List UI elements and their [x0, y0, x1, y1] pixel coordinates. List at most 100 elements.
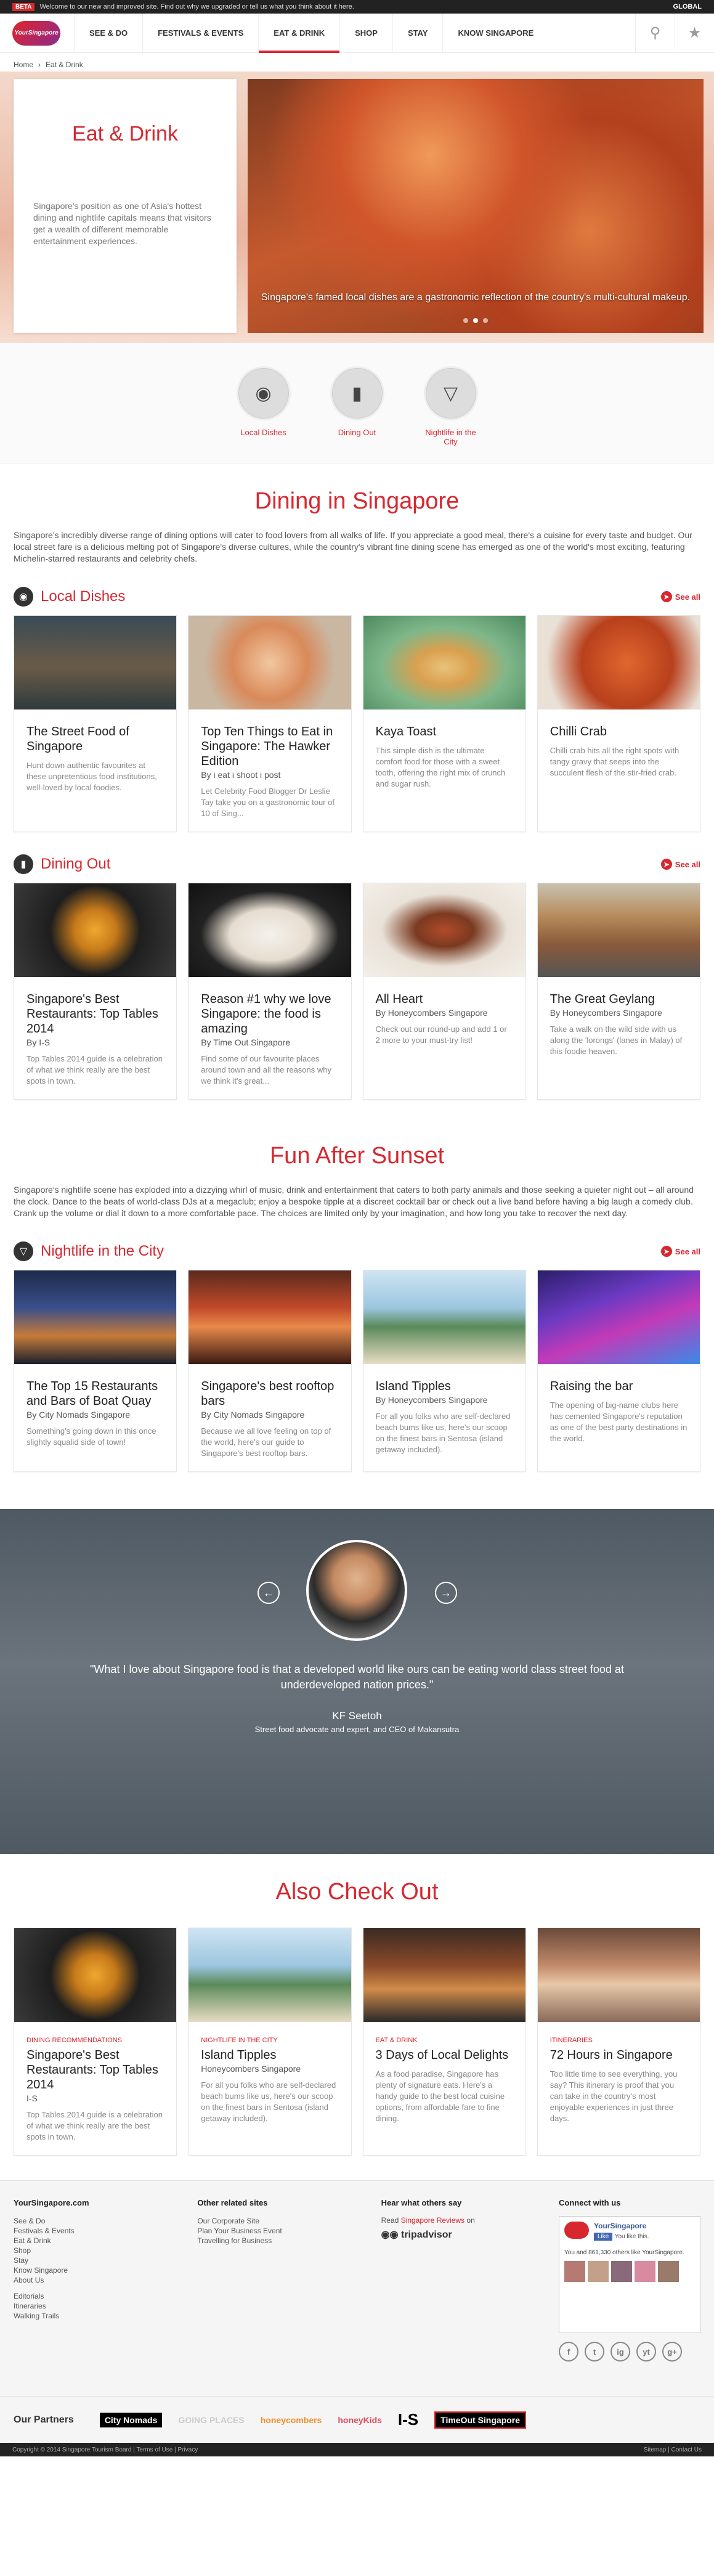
card[interactable]: Raising the bar The opening of big-name c… [537, 1270, 700, 1472]
fun-section-title: Fun After Sunset [269, 1143, 445, 1169]
carousel-dot[interactable] [463, 318, 468, 323]
chevron-right-icon: › [38, 60, 41, 69]
card[interactable]: Island Tipples By Honeycombers Singapore F… [362, 1270, 526, 1472]
nav-icons: ⚲ ★ [635, 13, 714, 53]
card-image-chilli-crab [537, 616, 700, 709]
region-selector[interactable]: GLOBAL [673, 3, 702, 10]
avatar[interactable] [588, 2261, 609, 2282]
breadcrumb-home[interactable]: Home [14, 60, 33, 69]
facebook-icon[interactable]: f [559, 2342, 578, 2361]
card[interactable]: NIGHTLIFE IN THE CITY Island Tipples Honey… [188, 1928, 352, 2156]
youtube-icon[interactable]: yt [636, 2342, 656, 2361]
card[interactable]: Top Ten Things to Eat in Singapore: The … [188, 615, 352, 832]
subnav-local-dishes[interactable]: ◉ Local Dishes [232, 366, 296, 463]
beta-bar: BETA Welcome to our new and improved sit… [0, 0, 714, 14]
footer-link[interactable]: About Us [14, 2275, 179, 2285]
footer-link[interactable]: Walking Trails [14, 2311, 179, 2321]
subnav-label: Nightlife in the City [425, 428, 476, 446]
footer-col-related: Other related sites Our Corporate Site P… [197, 2198, 362, 2396]
google-plus-icon[interactable]: g+ [662, 2342, 682, 2361]
site-logo[interactable]: YourSingapore [12, 14, 74, 52]
card-title: Island Tipples [375, 1380, 451, 1393]
footer-link[interactable]: Know Singapore [14, 2265, 179, 2275]
footer-link[interactable]: Itineraries [14, 2301, 179, 2311]
card[interactable]: Reason #1 why we love Singapore: the foo… [188, 883, 352, 1100]
partner-logo-honeycombers[interactable]: honeycombers [261, 2415, 322, 2425]
fb-like-button[interactable]: Like [594, 2233, 613, 2241]
nav-see-do[interactable]: SEE & DO [74, 14, 142, 52]
hero-description: Singapore's position as one of Asia's ho… [33, 201, 211, 246]
card[interactable]: ITINERARIES 72 Hours in Singapore Too litt… [537, 1928, 700, 2156]
card[interactable]: The Top 15 Restaurants and Bars of Boat … [14, 1270, 177, 1472]
card[interactable]: The Street Food of Singapore Hunt down au… [14, 615, 177, 832]
arrow-right-icon[interactable]: → [435, 1582, 457, 1604]
footer-link[interactable]: Travelling for Business [197, 2236, 362, 2246]
avatar[interactable] [611, 2261, 632, 2282]
avatar[interactable] [564, 2261, 585, 2282]
card[interactable]: Kaya Toast This simple dish is the ultima… [362, 615, 526, 832]
tripadvisor-logo[interactable]: ◉◉ tripadvisor [381, 2228, 540, 2241]
footer-link[interactable]: Festivals & Events [14, 2226, 179, 2236]
nav-know-singapore[interactable]: KNOW SINGAPORE [442, 14, 548, 52]
see-all-link[interactable]: ➤ See all [660, 1246, 700, 1257]
arrow-left-icon[interactable]: ← [258, 1582, 280, 1604]
card[interactable]: EAT & DRINK 3 Days of Local Delights As a … [362, 1928, 526, 2156]
partner-logo-going-places[interactable]: GOING PLACES [178, 2415, 244, 2425]
partner-logo-timeout[interactable]: TimeOut Singapore [434, 2411, 527, 2429]
see-all-link[interactable]: ➤ See all [660, 859, 700, 870]
footer-col-reviews: Hear what others say Read Singapore Revi… [381, 2198, 540, 2396]
card[interactable]: All Heart By Honeycombers Singapore Check … [362, 883, 526, 1100]
card-title: Top Ten Things to Eat in Singapore: The … [201, 725, 333, 768]
testimonial-author-title: Street food advocate and expert, and CEO… [254, 1725, 460, 1734]
fb-page-name[interactable]: YourSingapore [594, 2222, 649, 2230]
plate-icon: ◉ [236, 366, 291, 420]
nav-stay[interactable]: STAY [392, 14, 443, 52]
card[interactable]: DINING RECOMMENDATIONS Singapore's Best R… [14, 1928, 177, 2156]
footer-link[interactable]: Plan Your Business Event [197, 2226, 362, 2236]
category-title: Nightlife in the City [41, 1243, 164, 1259]
card[interactable]: Singapore's best rooftop bars By City Nom… [188, 1270, 352, 1472]
partner-logo-city-nomads[interactable]: City Nomads [99, 2412, 163, 2427]
beta-tag: BETA [12, 2, 35, 11]
arrow-right-icon: ➤ [660, 859, 672, 870]
nav-eat-drink[interactable]: EAT & DRINK [258, 14, 339, 53]
subnav-dining-out[interactable]: ▮ Dining Out [325, 366, 389, 463]
card[interactable]: Chilli Crab Chilli crab hits all the righ… [537, 615, 700, 832]
local-dishes-cards: The Street Food of Singapore Hunt down au… [14, 615, 700, 832]
arrow-right-icon: ➤ [660, 591, 672, 602]
card[interactable]: The Great Geylang By Honeycombers Singapo… [537, 883, 700, 1100]
footer-link[interactable]: Shop [14, 2246, 179, 2255]
star-icon[interactable]: ★ [675, 13, 714, 53]
footer-col-site: YourSingapore.com See & Do Festivals & E… [14, 2198, 179, 2396]
partner-logo-honeykids[interactable]: honeyKids [338, 2415, 382, 2425]
local-dishes-header: ◉ Local Dishes ➤ See all [14, 587, 700, 607]
reviews-link[interactable]: Singapore Reviews [401, 2216, 465, 2225]
facebook-widget: YourSingapore Like You like this. You an… [559, 2216, 700, 2333]
nav-festivals-events[interactable]: FESTIVALS & EVENTS [142, 14, 258, 52]
footer-link[interactable]: See & Do [14, 2216, 179, 2226]
search-icon[interactable]: ⚲ [635, 13, 675, 53]
avatar[interactable] [635, 2261, 655, 2282]
sitemap-links[interactable]: Sitemap | Contact Us [644, 2447, 702, 2453]
carousel-dot-active[interactable] [473, 318, 478, 323]
card[interactable]: Singapore's Best Restaurants: Top Tables… [14, 883, 177, 1100]
card-image-sea-urchin [14, 1928, 177, 2022]
see-all-link[interactable]: ➤ See all [660, 591, 700, 602]
partner-logo-is[interactable]: I-S [398, 2410, 418, 2429]
twitter-icon[interactable]: t [585, 2342, 604, 2361]
instagram-icon[interactable]: ig [611, 2342, 630, 2361]
card-title: The Top 15 Restaurants and Bars of Boat … [26, 1380, 158, 1408]
footer-link[interactable]: Our Corporate Site [197, 2216, 362, 2226]
card-tag: ITINERARIES [550, 2037, 593, 2044]
footer-link[interactable]: Editorials [14, 2291, 179, 2301]
copyright[interactable]: Copyright © 2014 Singapore Tourism Board… [12, 2447, 198, 2453]
avatar[interactable] [658, 2261, 679, 2282]
footer-link[interactable]: Stay [14, 2255, 179, 2265]
footer-heading: Other related sites [197, 2198, 268, 2207]
subnav-nightlife[interactable]: ▽ Nightlife in the City [419, 366, 483, 463]
nav-shop[interactable]: SHOP [339, 14, 392, 52]
beta-message[interactable]: Welcome to our new and improved site. Fi… [39, 3, 354, 10]
card-image-cake [363, 883, 525, 977]
carousel-dot[interactable] [483, 318, 488, 323]
footer-link[interactable]: Eat & Drink [14, 2236, 179, 2246]
